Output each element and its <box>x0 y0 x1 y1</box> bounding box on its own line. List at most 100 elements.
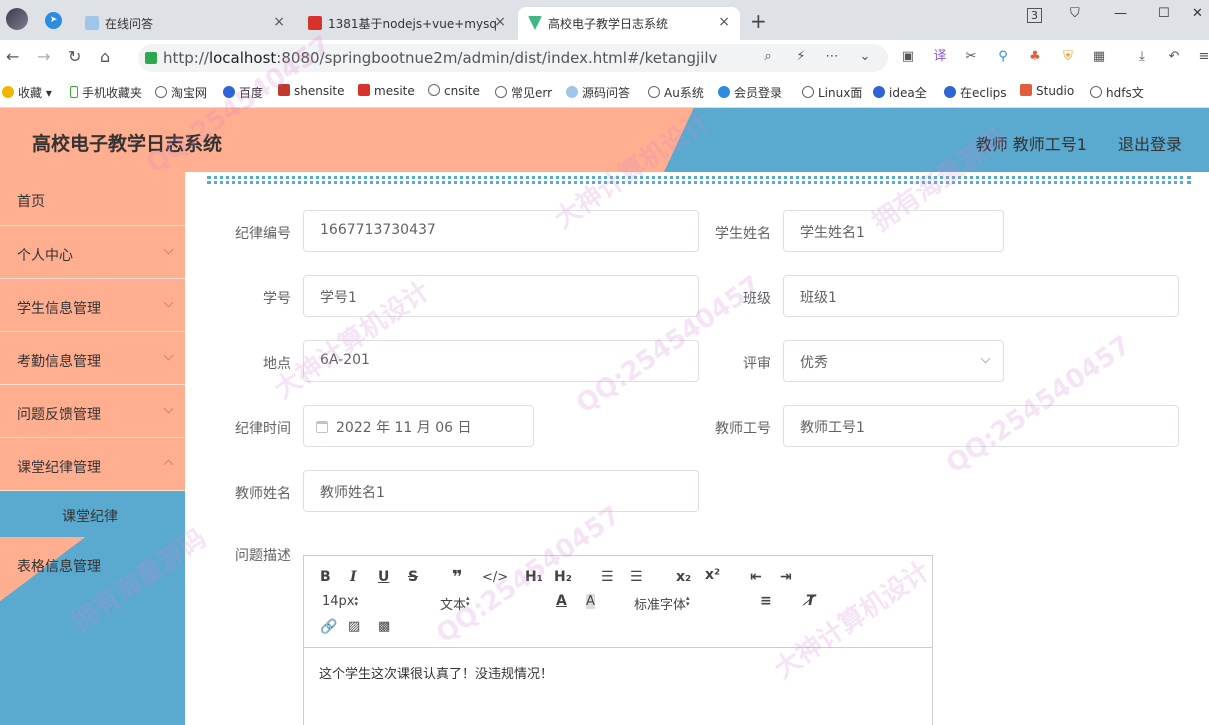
image-icon[interactable]: ▨ <box>348 619 360 634</box>
superscript-icon[interactable]: x² <box>705 567 720 583</box>
close-window-icon[interactable]: ✕ <box>1192 6 1203 21</box>
indent-icon[interactable]: ⇥ <box>780 569 792 585</box>
editor-content[interactable]: 这个学生这次课很认真了！没违规情况！ <box>319 663 553 682</box>
class-field[interactable]: 班级1 <box>783 275 1179 317</box>
blockquote-icon[interactable]: ❞ <box>452 567 463 588</box>
bookmark-item[interactable]: Studio <box>1020 84 1074 98</box>
heading-2-icon[interactable]: H₂ <box>554 569 572 585</box>
bookmark-item[interactable]: shensite <box>278 84 345 98</box>
search-ext-icon[interactable]: ⚲ <box>995 49 1011 65</box>
bookmark-item[interactable]: Au系统 <box>648 84 704 101</box>
bookmark-item[interactable]: mesite <box>358 84 415 98</box>
clear-format-icon[interactable]: T̸ <box>806 593 816 609</box>
bookmark-item[interactable]: 源码问答 <box>566 84 630 101</box>
rich-text-editor: B I U S ❞ </> H₁ H₂ ☰ ☰ x₂ x² ⇤ ⇥ 14px 文… <box>303 555 933 725</box>
sidebar-item-discipline[interactable]: 课堂纪律管理 <box>0 438 185 491</box>
profile-avatar[interactable] <box>6 8 28 30</box>
discipline-no-field[interactable]: 1667713730437 <box>303 210 699 252</box>
bullet-list-icon[interactable]: ☰ <box>630 569 643 585</box>
bookmark-item[interactable]: cnsite <box>428 84 480 98</box>
align-icon[interactable]: ≡ <box>760 593 772 609</box>
tab-count-badge[interactable]: 3 <box>1027 8 1042 23</box>
sidebar-item-home[interactable]: 首页 <box>0 172 185 226</box>
menu-icon[interactable]: ≡ <box>1196 49 1209 65</box>
sidebar-subitem-discipline[interactable]: 课堂纪律 <box>0 491 185 537</box>
bookmarks-bar: 收藏 ▾ 手机收藏夹 淘宝网 百度 shensite mesite cnsite… <box>0 76 1209 108</box>
shirt-icon[interactable]: ⛉ <box>1070 6 1080 21</box>
location-field[interactable]: 6A-201 <box>303 340 699 382</box>
label-discipline-no: 纪律编号 <box>235 226 291 242</box>
bold-icon[interactable]: B <box>320 569 331 585</box>
strikethrough-icon[interactable]: S <box>408 569 418 585</box>
link-icon[interactable]: 🔗 <box>320 619 337 635</box>
subscript-icon[interactable]: x₂ <box>676 569 691 585</box>
scissors-icon[interactable]: ✂ <box>963 49 979 65</box>
font-size-select[interactable]: 14px <box>322 594 408 609</box>
reload-icon[interactable]: ↻ <box>68 47 81 66</box>
telegram-icon[interactable]: ➤ <box>45 12 62 29</box>
bookmark-item[interactable]: idea全 <box>873 84 927 101</box>
bookmark-item[interactable]: 淘宝网 <box>155 84 207 101</box>
shield-icon[interactable]: ⛨ <box>1060 49 1076 65</box>
label-discipline-time: 纪律时间 <box>235 421 291 437</box>
outdent-icon[interactable]: ⇤ <box>750 569 762 585</box>
sidebar: 首页 个人中心 学生信息管理 考勤信息管理 问题反馈管理 课堂纪律管理 课堂纪律… <box>0 172 185 725</box>
browser-tab-2[interactable]: 1381基于nodejs+vue+mysq × <box>298 7 516 40</box>
sidebar-item-attendance[interactable]: 考勤信息管理 <box>0 332 185 385</box>
bookmark-item[interactable]: hdfs文 <box>1090 84 1144 101</box>
student-id-field[interactable]: 学号1 <box>303 275 699 317</box>
chevron-down-icon <box>980 353 991 364</box>
maximize-icon[interactable]: ☐ <box>1158 6 1170 21</box>
bookmark-item[interactable]: 会员登录 <box>718 84 782 101</box>
new-tab-icon[interactable]: + <box>750 9 767 33</box>
teacher-name-field[interactable]: 教师姓名1 <box>303 470 699 512</box>
forward-icon[interactable]: → <box>37 47 50 66</box>
sidebar-item-personal-center[interactable]: 个人中心 <box>0 226 185 279</box>
game-icon[interactable]: ♣ <box>1027 49 1043 65</box>
italic-icon[interactable]: I <box>350 569 357 585</box>
review-select[interactable]: 优秀 <box>783 340 1004 382</box>
student-name-field[interactable]: 学生姓名1 <box>783 210 1004 252</box>
bookmark-item[interactable]: 收藏 ▾ <box>2 84 52 101</box>
close-tab-icon[interactable]: × <box>718 14 730 30</box>
bookmark-item[interactable]: 在eclips <box>944 84 1007 101</box>
font-family-select[interactable]: 标准字体 <box>634 594 732 613</box>
underline-icon[interactable]: U <box>378 569 389 585</box>
back-icon[interactable]: ← <box>6 47 19 66</box>
undo-icon[interactable]: ↶ <box>1166 49 1182 65</box>
block-type-select[interactable]: 文本 <box>440 594 526 613</box>
bookmark-item[interactable]: 手机收藏夹 <box>70 84 142 101</box>
dropdown-icon[interactable]: ⌄ <box>857 49 873 65</box>
browser-tab-1[interactable]: 在线问答 × <box>75 7 295 40</box>
lightning-icon[interactable]: ⚡ <box>793 49 809 65</box>
sidebar-item-feedback[interactable]: 问题反馈管理 <box>0 385 185 438</box>
close-tab-icon[interactable]: × <box>494 14 506 30</box>
bookmark-item[interactable]: 常见err <box>495 84 552 101</box>
heading-1-icon[interactable]: H₁ <box>525 569 543 585</box>
minimize-icon[interactable]: — <box>1114 6 1127 21</box>
home-icon[interactable]: ⌂ <box>100 47 110 66</box>
tab-favicon-icon <box>308 16 322 30</box>
font-color-icon[interactable]: A <box>556 593 567 609</box>
video-icon[interactable]: ▩ <box>378 619 390 634</box>
close-tab-icon[interactable]: × <box>273 14 285 30</box>
bookmark-item[interactable]: 百度 <box>223 84 263 101</box>
sidebar-item-tables[interactable]: 表格信息管理 <box>0 537 185 590</box>
download-icon[interactable]: ⤓ <box>1134 49 1150 65</box>
teacher-id-field[interactable]: 教师工号1 <box>783 405 1179 447</box>
extension-shield-icon[interactable]: ▣ <box>900 49 916 65</box>
ordered-list-icon[interactable]: ☰ <box>601 569 614 585</box>
more-icon[interactable]: ⋯ <box>824 49 840 65</box>
bookmark-item[interactable]: Linux面 <box>802 84 862 101</box>
sidebar-item-student-info[interactable]: 学生信息管理 <box>0 279 185 332</box>
globe-icon <box>802 86 814 98</box>
discipline-date-picker[interactable]: 2022 年 11 月 06 日 <box>303 405 534 447</box>
background-color-icon[interactable]: A <box>586 594 595 609</box>
zoom-icon[interactable]: ⌕ <box>760 49 776 65</box>
bookmark-label: Studio <box>1036 84 1075 98</box>
code-block-icon[interactable]: </> <box>482 570 508 585</box>
logout-button[interactable]: 退出登录 <box>1118 131 1182 155</box>
apps-icon[interactable]: ▦ <box>1091 49 1107 65</box>
translate-icon[interactable]: 译 <box>932 49 948 65</box>
browser-tab-3[interactable]: 高校电子教学日志系统 × <box>518 7 740 40</box>
